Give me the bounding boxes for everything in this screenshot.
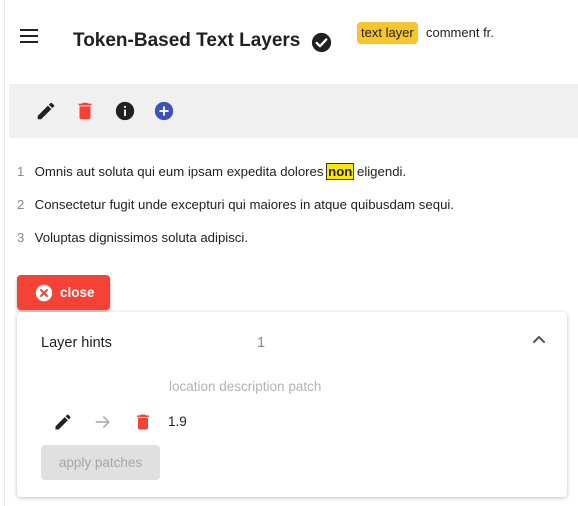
text-line: 1 Omnis aut soluta qui eum ipsam expedit… [17, 162, 557, 195]
patch-row: 1.9 [53, 410, 453, 434]
panel-title: Layer hints [41, 335, 112, 351]
page-title: Token-Based Text Layers [73, 30, 301, 51]
close-button[interactable]: close [17, 275, 110, 310]
patch-value: 1.9 [168, 414, 187, 429]
line-text-after: eligendi. [353, 164, 407, 179]
layer-type-chip: text layer [357, 22, 418, 44]
header: Token-Based Text Layers text layer comme… [0, 0, 578, 80]
hint-count: 1 [257, 335, 266, 351]
edit-icon[interactable] [53, 412, 73, 432]
text-line: 3 Voluptas dignissimos soluta adipisci. [17, 228, 557, 261]
check-circle-icon [311, 32, 332, 53]
menu-icon[interactable] [20, 29, 38, 43]
toolbar [9, 84, 578, 138]
column-headers: location description patch [169, 379, 322, 394]
line-number: 1 [17, 164, 25, 179]
line-text: Omnis aut soluta qui eum ipsam expedita … [34, 164, 328, 179]
layer-hints-panel: Layer hints 1 location description patch… [17, 312, 567, 497]
panel-header[interactable]: Layer hints 1 [17, 312, 567, 374]
edit-icon[interactable] [35, 100, 57, 122]
layer-subtitle: comment fr. [426, 25, 494, 40]
close-circle-icon [35, 284, 53, 302]
line-text: Consectetur fugit unde excepturi qui mai… [34, 197, 454, 212]
chevron-up-icon[interactable] [532, 334, 546, 344]
apply-patches-button[interactable]: apply patches [41, 445, 160, 480]
text-line: 2 Consectetur fugit unde excepturi qui m… [17, 195, 557, 228]
highlighted-token[interactable]: non [326, 163, 355, 180]
line-text: Voluptas dignissimos soluta adipisci. [34, 230, 248, 245]
info-icon[interactable] [114, 100, 136, 122]
text-lines: 1 Omnis aut soluta qui eum ipsam expedit… [17, 162, 557, 261]
close-button-label: close [60, 285, 95, 300]
delete-icon[interactable] [74, 100, 96, 122]
app-page: Token-Based Text Layers text layer comme… [0, 0, 578, 506]
line-number: 3 [17, 230, 25, 245]
delete-icon[interactable] [133, 412, 153, 432]
arrow-right-icon[interactable] [93, 412, 113, 432]
add-icon[interactable] [153, 100, 175, 122]
line-number: 2 [17, 197, 25, 212]
